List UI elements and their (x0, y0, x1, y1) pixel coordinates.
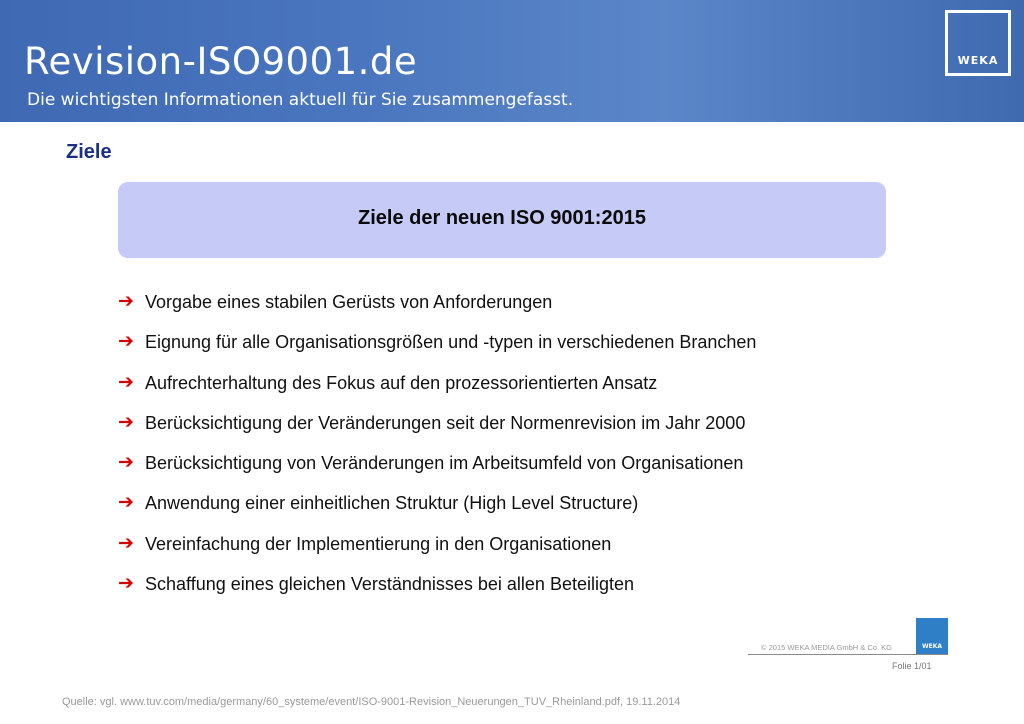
footer-divider (748, 654, 948, 655)
list-item-text: Vereinfachung der Implementierung in den… (145, 533, 612, 554)
list-item-text: Berücksichtigung von Veränderungen im Ar… (145, 453, 744, 474)
arrow-right-icon: ➔ (118, 331, 134, 353)
list-item-text: Berücksichtigung der Veränderungen seit … (145, 412, 746, 433)
weka-footer-logo-text: WEKA (921, 643, 942, 650)
goal-title-box: Ziele der neuen ISO 9001:2015 (118, 182, 886, 258)
goal-title: Ziele der neuen ISO 9001:2015 (358, 207, 646, 229)
slide-number: Folie 1/01 (892, 661, 932, 671)
arrow-right-icon: ➔ (118, 371, 134, 393)
list-item: ➔ Vereinfachung der Implementierung in d… (118, 533, 756, 573)
arrow-right-icon: ➔ (118, 573, 134, 595)
weka-logo: WEKA (945, 10, 1011, 76)
site-title: Revision-ISO9001.de (24, 40, 418, 83)
goal-list: ➔ Vorgabe eines stabilen Gerüsts von Anf… (118, 291, 756, 613)
list-item: ➔ Eignung für alle Organisationsgrößen u… (118, 331, 756, 371)
list-item-text: Eignung für alle Organisationsgrößen und… (145, 332, 757, 353)
list-item-text: Schaffung eines gleichen Verständnisses … (145, 574, 635, 595)
list-item-text: Vorgabe eines stabilen Gerüsts von Anfor… (145, 292, 553, 312)
arrow-right-icon: ➔ (118, 492, 134, 514)
weka-logo-text: WEKA (957, 54, 999, 67)
list-item: ➔ Anwendung einer einheitlichen Struktur… (118, 492, 756, 532)
source-citation: Quelle: vgl. www.tuv.com/media/germany/6… (62, 696, 681, 708)
list-item-text: Aufrechterhaltung des Fokus auf den proz… (145, 372, 658, 393)
copyright-text: © 2015 WEKA MEDIA GmbH & Co. KG (761, 643, 892, 652)
header-banner: Revision-ISO9001.de Die wichtigsten Info… (0, 0, 1024, 122)
list-item-text: Anwendung einer einheitlichen Struktur (… (145, 493, 639, 514)
list-item: ➔ Schaffung eines gleichen Verständnisse… (118, 573, 756, 613)
list-item: ➔ Berücksichtigung der Veränderungen sei… (118, 412, 756, 452)
arrow-right-icon: ➔ (118, 291, 134, 312)
weka-footer-logo: WEKA (916, 618, 948, 654)
site-subtitle: Die wichtigsten Informationen aktuell fü… (27, 90, 574, 110)
list-item: ➔ Berücksichtigung von Veränderungen im … (118, 452, 756, 492)
arrow-right-icon: ➔ (118, 452, 134, 474)
list-item: ➔ Aufrechterhaltung des Fokus auf den pr… (118, 372, 756, 412)
arrow-right-icon: ➔ (118, 532, 134, 554)
list-item: ➔ Vorgabe eines stabilen Gerüsts von Anf… (118, 291, 756, 331)
arrow-right-icon: ➔ (118, 411, 134, 433)
section-title: Ziele (66, 141, 112, 163)
